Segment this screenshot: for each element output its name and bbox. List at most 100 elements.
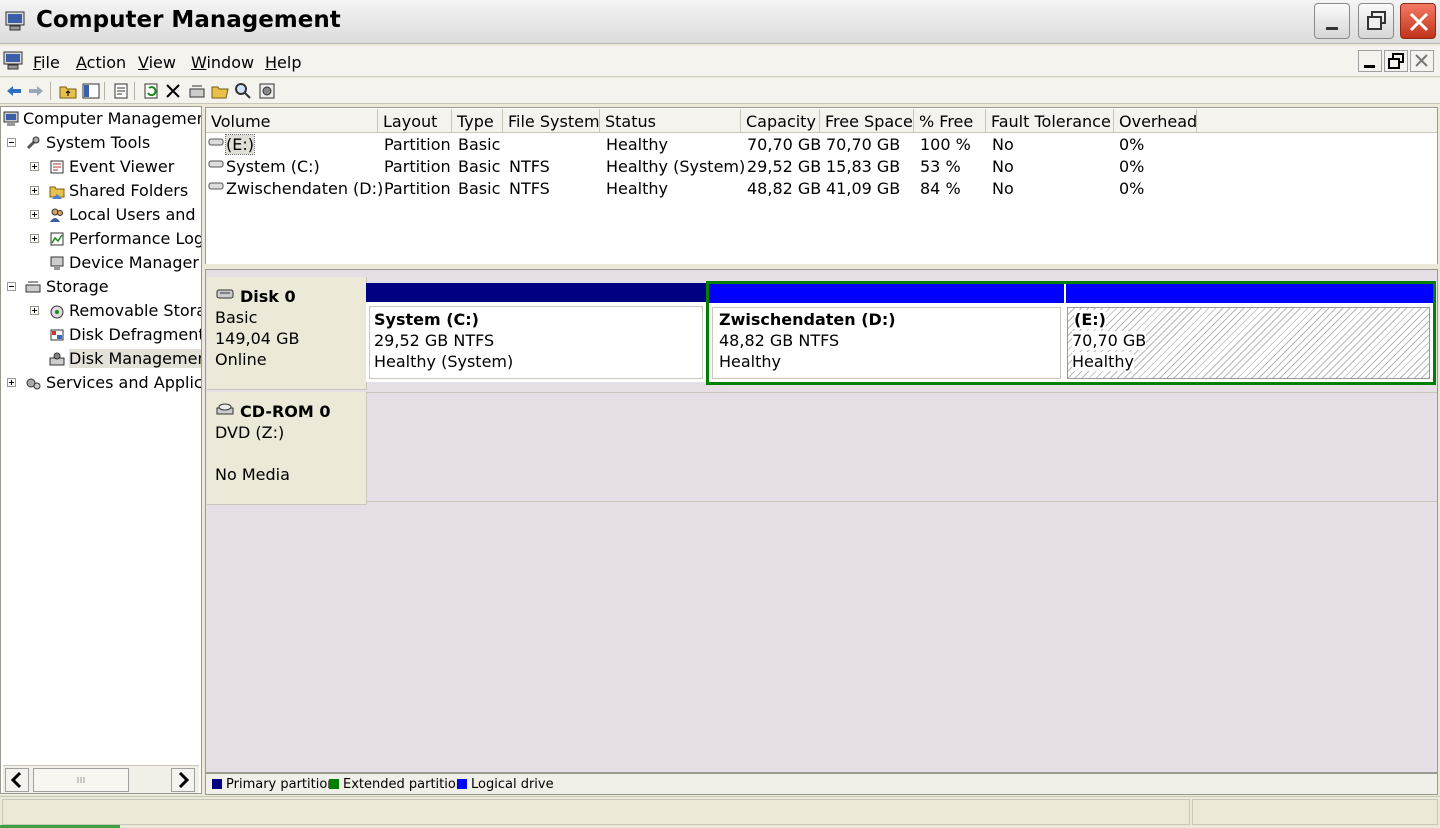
child-close-button[interactable] [1410, 50, 1434, 72]
logical-drive-bar [709, 284, 1064, 303]
properties-icon[interactable] [111, 81, 131, 101]
expand-toggle[interactable] [30, 186, 39, 195]
disk-name: Disk 0 [240, 287, 296, 306]
cell-status: Healthy (System) [606, 157, 746, 176]
title-bar[interactable]: Computer Management [0, 0, 1440, 44]
tree-item-label: Disk Defragmente [69, 325, 202, 344]
partition-legend: Primary partition Extended partition Log… [205, 773, 1438, 795]
cell-fault-tolerance: No [992, 179, 1014, 198]
column-header-layout[interactable]: Layout [378, 109, 452, 133]
restore-icon [1388, 53, 1404, 69]
search-icon[interactable] [233, 81, 253, 101]
collapse-toggle[interactable] [7, 282, 16, 291]
disk-size: 149,04 GB [215, 329, 300, 348]
tree-item-label: Removable Storag [69, 301, 202, 320]
cell-volume: (E:) [225, 134, 255, 155]
table-row[interactable]: (E:) Partition Basic Healthy 70,70 GB 70… [206, 134, 1436, 156]
settings-icon[interactable] [257, 81, 277, 101]
close-icon [1409, 12, 1429, 32]
table-row[interactable]: Zwischendaten (D:) Partition Basic NTFS … [206, 178, 1436, 200]
tree-item-label: Device Manager [69, 253, 199, 272]
column-header-percent-free[interactable]: % Free [914, 109, 986, 133]
scroll-right-button[interactable] [171, 768, 195, 792]
legend-swatch-extended [329, 779, 339, 789]
menu-action[interactable]: Action [76, 53, 126, 72]
disk-0-label[interactable]: Disk 0 Basic 149,04 GB Online [207, 277, 367, 390]
console-tree[interactable]: Computer Management System Tools Event V… [0, 106, 202, 794]
child-restore-button[interactable] [1384, 50, 1408, 72]
refresh-icon[interactable] [141, 81, 161, 101]
tree-item-label: Disk Management [69, 349, 201, 368]
cdrom-drive: DVD (Z:) [215, 423, 285, 442]
cell-type: Basic [458, 157, 501, 176]
collapse-toggle[interactable] [7, 138, 16, 147]
column-header-volume[interactable]: Volume [206, 109, 378, 133]
partition-system-c[interactable]: System (C:) 29,52 GB NTFS Healthy (Syste… [366, 283, 706, 382]
cell-type: Basic [458, 179, 501, 198]
back-arrow-icon[interactable] [4, 81, 24, 101]
expand-toggle[interactable] [30, 210, 39, 219]
column-header-fault-tolerance[interactable]: Fault Tolerance [986, 109, 1114, 133]
column-header-filler [1197, 109, 1437, 133]
menu-window[interactable]: Window [191, 53, 254, 72]
column-header-overhead[interactable]: Overhead [1114, 109, 1197, 133]
legend-swatch-logical [457, 779, 467, 789]
disk-management-icon [49, 352, 65, 366]
column-header-capacity[interactable]: Capacity [741, 109, 820, 133]
legend-swatch-primary [212, 779, 222, 789]
expand-toggle[interactable] [7, 378, 16, 387]
legend-label: Logical drive [471, 777, 554, 792]
disk-type: Basic [215, 308, 258, 327]
partition-e[interactable]: (E:) 70,70 GB Healthy [1064, 284, 1433, 382]
forward-arrow-icon[interactable] [26, 81, 46, 101]
partition-status: Healthy [1072, 352, 1135, 371]
expand-toggle[interactable] [30, 234, 39, 243]
cell-percent-free: 100 % [920, 135, 971, 154]
partition-zwischendaten-d[interactable]: Zwischendaten (D:) 48,82 GB NTFS Healthy [709, 284, 1064, 382]
defragmenter-icon [50, 329, 64, 341]
expand-toggle[interactable] [30, 306, 39, 315]
restore-button[interactable] [1358, 3, 1394, 39]
chevron-left-icon [10, 771, 22, 789]
column-header-type[interactable]: Type [452, 109, 503, 133]
show-hide-tree-icon[interactable] [81, 81, 101, 101]
close-icon [1415, 54, 1428, 67]
cell-type: Basic [458, 135, 501, 154]
delete-icon[interactable] [163, 81, 183, 101]
menu-help[interactable]: Help [265, 53, 301, 72]
open-folder-icon[interactable] [210, 81, 230, 101]
logical-drive-bar [1066, 284, 1433, 303]
expand-toggle[interactable] [30, 162, 39, 171]
tree-item-label: Shared Folders [69, 181, 189, 200]
legend-label: Primary partition [226, 777, 336, 792]
cdrom-0-label[interactable]: CD-ROM 0 DVD (Z:) No Media [207, 392, 367, 505]
disk-graphical-view[interactable]: Disk 0 Basic 149,04 GB Online System (C:… [205, 269, 1438, 773]
minimize-button[interactable] [1314, 3, 1350, 39]
column-header-status[interactable]: Status [600, 109, 741, 133]
cell-status: Healthy [606, 179, 669, 198]
minimize-icon [1364, 65, 1375, 68]
partition-name: (E:) [1074, 310, 1106, 329]
child-minimize-button[interactable] [1358, 50, 1382, 72]
cell-percent-free: 84 % [920, 179, 961, 198]
close-button[interactable] [1400, 3, 1436, 39]
column-header-free-space[interactable]: Free Space [820, 109, 914, 133]
users-icon [50, 208, 63, 222]
up-folder-icon[interactable] [58, 81, 78, 101]
cell-free-space: 15,83 GB [826, 157, 901, 176]
volume-list[interactable]: Volume Layout Type File System Status Ca… [205, 107, 1438, 265]
cell-fault-tolerance: No [992, 135, 1014, 154]
scroll-left-button[interactable] [5, 768, 29, 792]
column-header-file-system[interactable]: File System [503, 109, 600, 133]
disk-properties-icon[interactable] [187, 81, 207, 101]
menu-file[interactable]: File [33, 53, 60, 72]
toolbar [0, 78, 1440, 104]
tree-item-label: Local Users and G [69, 205, 202, 224]
menu-view[interactable]: View [138, 53, 176, 72]
shared-folder-icon [49, 186, 65, 199]
document-window-icon[interactable] [2, 50, 26, 72]
scrollbar-thumb[interactable] [33, 768, 129, 792]
table-row[interactable]: System (C:) Partition Basic NTFS Healthy… [206, 156, 1436, 178]
tree-horizontal-scrollbar[interactable] [3, 765, 199, 793]
cd-drive-icon [216, 403, 234, 415]
